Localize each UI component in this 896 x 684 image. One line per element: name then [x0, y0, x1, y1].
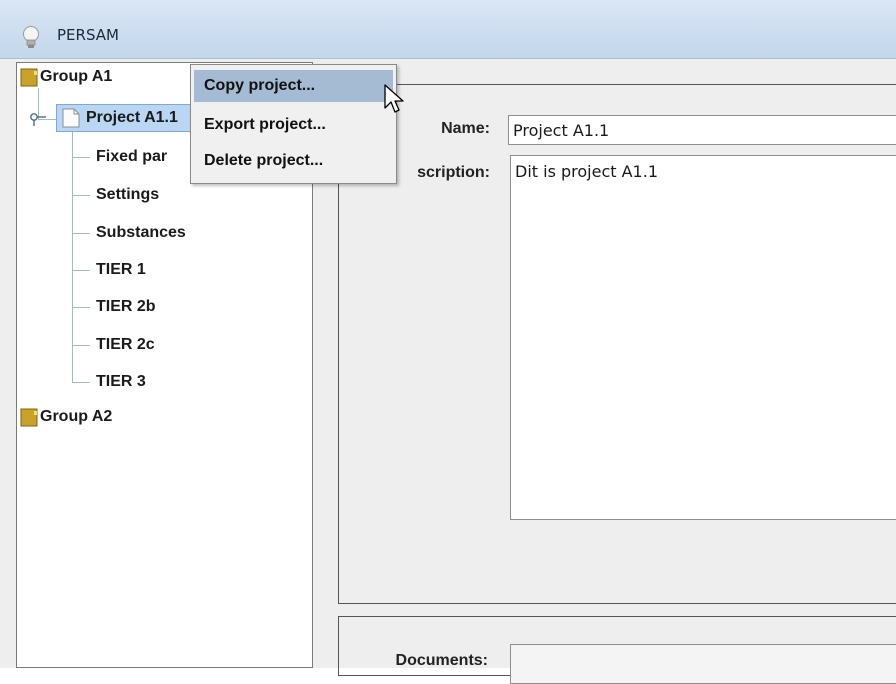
tree-item-settings[interactable]: Settings: [96, 184, 159, 206]
title-bar: PERSAM: [0, 0, 896, 59]
tree-item-tier-3[interactable]: TIER 3: [96, 371, 146, 393]
tree-item-tier-2b[interactable]: TIER 2b: [96, 296, 156, 318]
context-menu: Copy project... Export project... Delete…: [190, 64, 397, 184]
tree-line: [72, 307, 90, 308]
documents-field[interactable]: [510, 644, 896, 684]
description-label: scription:: [417, 164, 490, 181]
tree-item-fixed-parameters[interactable]: Fixed par: [96, 146, 167, 168]
tree-line: [72, 195, 90, 196]
tree-line: [72, 382, 90, 383]
tree-line: [72, 233, 90, 234]
name-field[interactable]: [508, 115, 896, 145]
tree-line: [72, 270, 90, 271]
tree-item-tier-2c[interactable]: TIER 2c: [96, 334, 155, 356]
menu-item-delete-project[interactable]: Delete project...: [194, 145, 393, 177]
menu-item-export-project[interactable]: Export project...: [194, 109, 393, 141]
tree-item-substances[interactable]: Substances: [96, 222, 186, 244]
lightbulb-icon: [23, 26, 39, 48]
description-textarea[interactable]: Dit is project A1.1: [510, 155, 896, 520]
documents-label: Documents:: [395, 652, 488, 669]
window-title: PERSAM: [57, 26, 119, 44]
document-icon: [62, 108, 80, 128]
folder-icon: [20, 408, 38, 427]
description-text: Dit is project A1.1: [515, 162, 658, 181]
expanded-node-icon: [30, 113, 46, 126]
tree-line: [72, 345, 90, 346]
tree-item-tier-1[interactable]: TIER 1: [96, 259, 146, 281]
mouse-cursor-icon: [384, 84, 404, 113]
tree-item-group-a1[interactable]: Group A1: [40, 66, 112, 88]
tree-item-project-a1-1[interactable]: Project A1.1: [86, 107, 190, 129]
name-label: Name:: [441, 120, 490, 137]
folder-icon: [20, 68, 38, 87]
tree-line: [72, 157, 90, 158]
tree-item-group-a2[interactable]: Group A2: [40, 406, 112, 428]
menu-item-copy-project[interactable]: Copy project...: [194, 70, 393, 102]
